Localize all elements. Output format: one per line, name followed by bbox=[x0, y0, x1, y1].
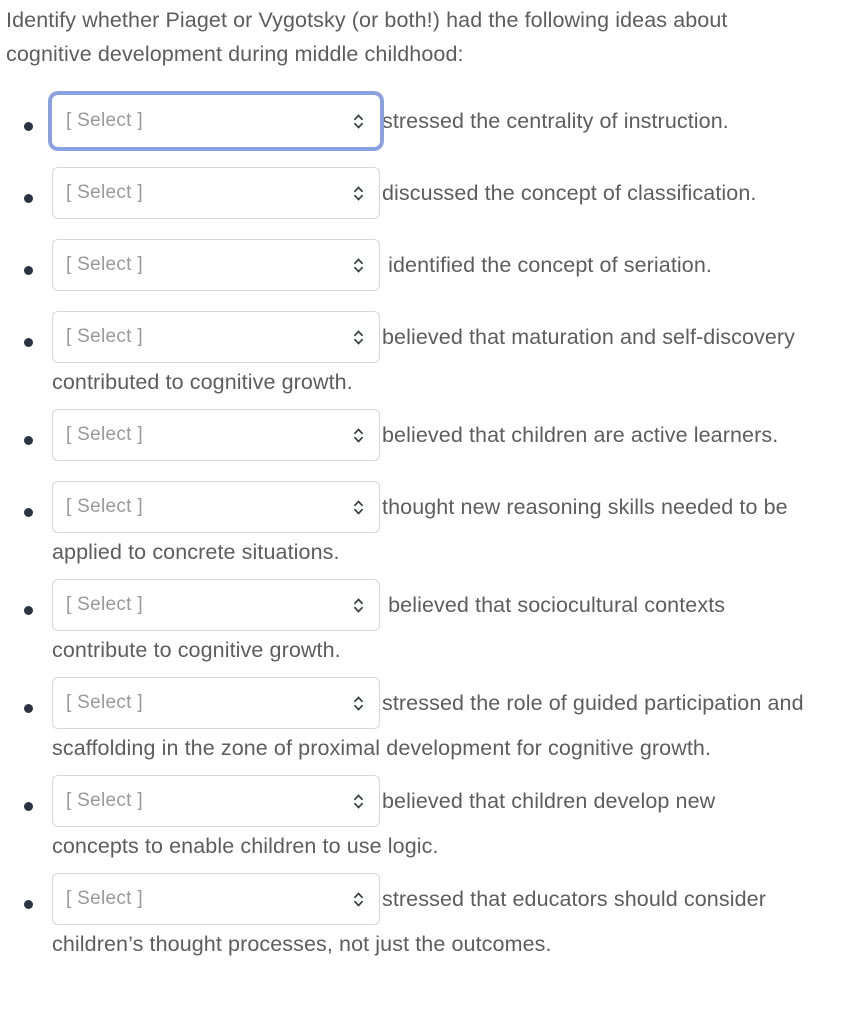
statement-text: stressed that educators should consider bbox=[380, 884, 766, 914]
chevron-up-down-icon bbox=[350, 791, 366, 811]
answer-select-2[interactable]: [ Select ] bbox=[52, 167, 380, 219]
answer-select-wrapper-1[interactable]: [ Select ] bbox=[52, 95, 380, 147]
statement-continuation-text: children’s thought processes, not just t… bbox=[52, 929, 838, 959]
list-item-5: [ Select ] believed that children are ac… bbox=[6, 399, 838, 471]
answer-row: [ Select ] believed that maturation and … bbox=[52, 301, 838, 373]
select-placeholder-text: [ Select ] bbox=[53, 496, 143, 518]
question-prompt: Identify whether Piaget or Vygotsky (or … bbox=[6, 0, 806, 71]
statement-continuation-text: contributed to cognitive growth. bbox=[52, 367, 838, 397]
answer-select-7[interactable]: [ Select ] bbox=[52, 579, 380, 631]
statement-text: believed that sociocultural contexts bbox=[380, 590, 725, 620]
bullet-marker bbox=[24, 266, 33, 275]
chevron-up-down-icon bbox=[350, 111, 366, 131]
bullet-marker bbox=[24, 802, 33, 811]
statement-text: stressed the role of guided participatio… bbox=[380, 688, 804, 718]
statement-continuation-text: contribute to cognitive growth. bbox=[52, 635, 838, 665]
chevron-up-down-icon bbox=[350, 497, 366, 517]
statement-text: believed that children develop new bbox=[380, 786, 715, 816]
select-placeholder-text: [ Select ] bbox=[53, 182, 143, 204]
chevron-up-down-icon bbox=[350, 889, 366, 909]
answer-select-wrapper-2[interactable]: [ Select ] bbox=[52, 167, 380, 219]
statement-text: thought new reasoning skills needed to b… bbox=[380, 492, 788, 522]
answer-select-wrapper-9[interactable]: [ Select ] bbox=[52, 775, 380, 827]
answer-select-wrapper-8[interactable]: [ Select ] bbox=[52, 677, 380, 729]
list-item-6: [ Select ] thought new reasoning skills … bbox=[6, 471, 838, 567]
select-placeholder-text: [ Select ] bbox=[53, 594, 143, 616]
select-placeholder-text: [ Select ] bbox=[53, 326, 143, 348]
list-item-3: [ Select ] identified the concept of ser… bbox=[6, 229, 838, 301]
bullet-marker bbox=[24, 704, 33, 713]
list-item-8: [ Select ] stressed the role of guided p… bbox=[6, 667, 838, 763]
answer-select-9[interactable]: [ Select ] bbox=[52, 775, 380, 827]
chevron-up-down-icon bbox=[350, 255, 366, 275]
list-item-10: [ Select ] stressed that educators shoul… bbox=[6, 863, 838, 959]
answer-row: [ Select ] believed that children are ac… bbox=[52, 399, 838, 471]
chevron-up-down-icon bbox=[350, 425, 366, 445]
statement-continuation-text: concepts to enable children to use logic… bbox=[52, 831, 838, 861]
select-placeholder-text: [ Select ] bbox=[53, 692, 143, 714]
answer-select-wrapper-6[interactable]: [ Select ] bbox=[52, 481, 380, 533]
statement-continuation-text: applied to concrete situations. bbox=[52, 537, 838, 567]
answer-select-10[interactable]: [ Select ] bbox=[52, 873, 380, 925]
bullet-marker bbox=[24, 122, 33, 131]
bullet-marker bbox=[24, 436, 33, 445]
answer-select-8[interactable]: [ Select ] bbox=[52, 677, 380, 729]
bullet-marker bbox=[24, 194, 33, 203]
answer-select-wrapper-7[interactable]: [ Select ] bbox=[52, 579, 380, 631]
bullet-marker bbox=[24, 606, 33, 615]
select-placeholder-text: [ Select ] bbox=[53, 254, 143, 276]
statement-continuation-text: scaffolding in the zone of proximal deve… bbox=[52, 733, 838, 763]
statement-text: believed that children are active learne… bbox=[380, 420, 778, 450]
list-item-1: [ Select ] stressed the centrality of in… bbox=[6, 85, 838, 157]
answer-row: [ Select ] stressed the role of guided p… bbox=[52, 667, 838, 739]
chevron-up-down-icon bbox=[350, 327, 366, 347]
bullet-marker bbox=[24, 508, 33, 517]
answer-row: [ Select ] believed that children develo… bbox=[52, 765, 838, 837]
answer-select-1[interactable]: [ Select ] bbox=[52, 95, 380, 147]
answer-row: [ Select ] believed that sociocultural c… bbox=[52, 569, 838, 641]
answer-select-4[interactable]: [ Select ] bbox=[52, 311, 380, 363]
bullet-marker bbox=[24, 900, 33, 909]
quiz-question-page: Identify whether Piaget or Vygotsky (or … bbox=[0, 0, 844, 1024]
select-placeholder-text: [ Select ] bbox=[53, 888, 143, 910]
statement-text: discussed the concept of classification. bbox=[380, 178, 756, 208]
answer-select-wrapper-4[interactable]: [ Select ] bbox=[52, 311, 380, 363]
answer-row: [ Select ] thought new reasoning skills … bbox=[52, 471, 838, 543]
list-item-4: [ Select ] believed that maturation and … bbox=[6, 301, 838, 397]
select-placeholder-text: [ Select ] bbox=[53, 424, 143, 446]
select-placeholder-text: [ Select ] bbox=[53, 790, 143, 812]
list-item-2: [ Select ] discussed the concept of clas… bbox=[6, 157, 838, 229]
matching-question-list: [ Select ] stressed the centrality of in… bbox=[6, 85, 838, 959]
answer-select-3[interactable]: [ Select ] bbox=[52, 239, 380, 291]
answer-select-wrapper-5[interactable]: [ Select ] bbox=[52, 409, 380, 461]
statement-text: believed that maturation and self-discov… bbox=[380, 322, 795, 352]
answer-row: [ Select ] stressed that educators shoul… bbox=[52, 863, 838, 935]
answer-row: [ Select ] stressed the centrality of in… bbox=[52, 85, 838, 157]
chevron-up-down-icon bbox=[350, 595, 366, 615]
list-item-9: [ Select ] believed that children develo… bbox=[6, 765, 838, 861]
chevron-up-down-icon bbox=[350, 183, 366, 203]
bullet-marker bbox=[24, 338, 33, 347]
list-item-7: [ Select ] believed that sociocultural c… bbox=[6, 569, 838, 665]
answer-select-wrapper-10[interactable]: [ Select ] bbox=[52, 873, 380, 925]
answer-select-6[interactable]: [ Select ] bbox=[52, 481, 380, 533]
answer-row: [ Select ] identified the concept of ser… bbox=[52, 229, 838, 301]
select-placeholder-text: [ Select ] bbox=[53, 110, 143, 132]
statement-text: identified the concept of seriation. bbox=[380, 250, 712, 280]
chevron-up-down-icon bbox=[350, 693, 366, 713]
answer-select-5[interactable]: [ Select ] bbox=[52, 409, 380, 461]
answer-select-wrapper-3[interactable]: [ Select ] bbox=[52, 239, 380, 291]
answer-row: [ Select ] discussed the concept of clas… bbox=[52, 157, 838, 229]
statement-text: stressed the centrality of instruction. bbox=[380, 106, 729, 136]
